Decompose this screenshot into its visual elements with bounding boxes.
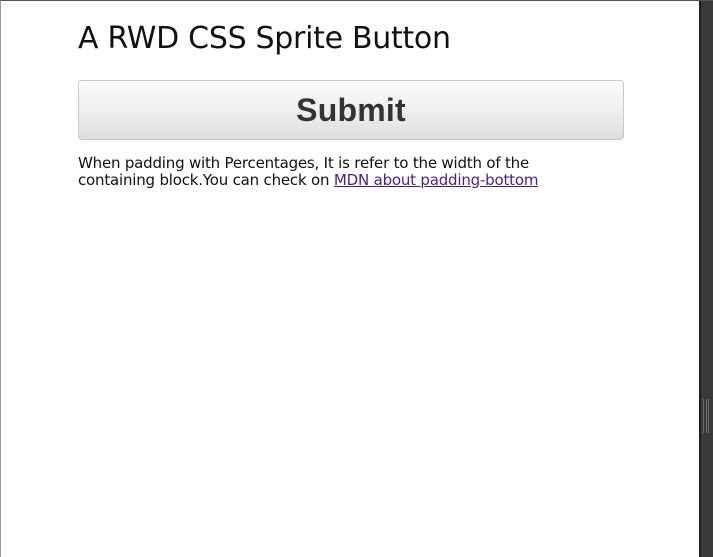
window-right-edge	[699, 1, 713, 557]
resize-grip-icon[interactable]	[703, 399, 709, 433]
mdn-padding-bottom-link[interactable]: MDN about padding-bottom	[334, 171, 539, 189]
submit-button[interactable]: Submit	[78, 80, 624, 140]
window-edge-line	[699, 1, 701, 557]
page-title: A RWD CSS Sprite Button	[78, 21, 451, 56]
submit-button-label: Submit	[296, 91, 406, 128]
browser-viewport: A RWD CSS Sprite Button Submit When padd…	[0, 0, 713, 557]
description-text: When padding with Percentages, It is ref…	[78, 155, 578, 189]
